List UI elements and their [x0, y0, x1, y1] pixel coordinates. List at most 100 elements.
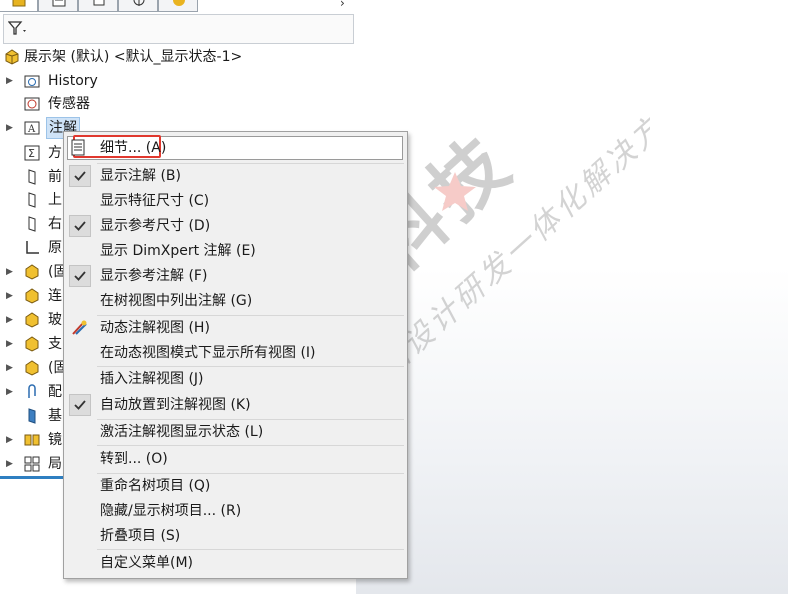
origin-icon: [26, 241, 39, 254]
menu-item-label: 折叠项目 (S): [100, 528, 181, 544]
expand-arrow-icon[interactable]: ▶: [6, 357, 16, 379]
tree-item-label: 原: [48, 240, 62, 256]
menu-item-label: 动态注解视图 (H): [100, 320, 210, 336]
menu-item-go-to[interactable]: 转到... (O): [64, 447, 407, 471]
checkmark-icon: [74, 171, 86, 181]
tree-item-label: 上: [48, 192, 62, 208]
menu-item-customize-menu[interactable]: 自定义菜单(M): [64, 551, 407, 575]
menu-separator: [97, 549, 404, 550]
panel-tabs: ›: [0, 0, 356, 12]
expand-arrow-icon[interactable]: ▶: [6, 333, 16, 355]
tree-item-label: 局: [48, 456, 62, 472]
part-icon: [25, 360, 39, 376]
expand-arrow-icon[interactable]: ▶: [6, 381, 16, 403]
part-icon: [25, 264, 39, 280]
menu-item-show-reference-dims[interactable]: 显示参考尺寸 (D): [64, 214, 407, 238]
expand-arrow-icon[interactable]: ▶: [6, 285, 16, 307]
menu-item-show-reference-annotations[interactable]: 显示参考注解 (F): [64, 264, 407, 288]
menu-item-label: 显示 DimXpert 注解 (E): [100, 243, 256, 259]
menu-item-auto-place[interactable]: 自动放置到注解视图 (K): [64, 393, 407, 417]
context-menu: 细节... (A) 显示注解 (B) 显示特征尺寸 (C) 显示参考尺寸 (D)…: [63, 131, 408, 579]
menu-item-list-in-tree[interactable]: 在树视图中列出注解 (G): [64, 289, 407, 313]
tree-item-label: 前: [48, 169, 62, 185]
sensor-icon: [24, 97, 40, 111]
base-plane-icon: [28, 408, 36, 424]
tree-item-label: 玻: [48, 312, 62, 328]
menu-item-label: 在树视图中列出注解 (G): [100, 293, 253, 309]
menu-item-label: 显示参考尺寸 (D): [100, 218, 211, 234]
tree-root-label: 展示架 (默认) <默认_显示状态-1>: [24, 49, 243, 65]
checkmark-box: [69, 265, 91, 287]
display-icon: [173, 0, 185, 6]
menu-item-collapse[interactable]: 折叠项目 (S): [64, 524, 407, 548]
tab-dimxpert[interactable]: [118, 0, 158, 12]
menu-item-hide-show-tree-items[interactable]: 隐藏/显示树项目... (R): [64, 499, 407, 523]
tree-filter-bar[interactable]: [3, 14, 354, 44]
checkmark-icon: [74, 400, 86, 410]
list-icon: [52, 0, 66, 7]
paperclip-icon: [28, 384, 36, 398]
menu-item-label: 插入注解视图 (J): [100, 371, 204, 387]
menu-separator: [97, 445, 404, 446]
checkmark-box: [69, 165, 91, 187]
panel-divider: [0, 476, 64, 479]
checkmark-icon: [74, 271, 86, 281]
plane-icon: [28, 192, 36, 208]
chevron-right-icon[interactable]: ›: [340, 0, 345, 10]
tab-feature-tree[interactable]: [0, 0, 38, 12]
tree-item-label: 镜: [48, 432, 62, 448]
tree-item-label: History: [48, 73, 98, 89]
tree-item-label: 基: [48, 408, 62, 424]
menu-item-label: 显示参考注解 (F): [100, 268, 208, 284]
menu-item-label: 显示特征尺寸 (C): [100, 193, 210, 209]
expand-arrow-icon[interactable]: ▶: [6, 429, 16, 451]
tree-item-label: 传感器: [48, 96, 90, 112]
checkmark-box: [69, 394, 91, 416]
svg-text:Σ: Σ: [28, 147, 35, 160]
expand-arrow-icon[interactable]: ▶: [6, 453, 16, 475]
expand-arrow-icon[interactable]: ▶: [6, 70, 16, 92]
tree-item-label: 右: [48, 216, 62, 232]
tree-item-label: 连: [48, 288, 62, 304]
menu-item-rename[interactable]: 重命名树项目 (Q): [64, 474, 407, 498]
menu-item-label: 细节... (A): [100, 140, 167, 156]
menu-item-show-all-views[interactable]: 在动态视图模式下显示所有视图 (I): [64, 341, 407, 365]
menu-item-show-dimxpert[interactable]: 显示 DimXpert 注解 (E): [64, 239, 407, 263]
tab-property-manager[interactable]: [38, 0, 78, 12]
annotation-icon: A: [24, 121, 40, 135]
crosshair-icon: [133, 0, 145, 6]
svg-text:A: A: [27, 124, 36, 135]
menu-item-label: 显示注解 (B): [100, 168, 181, 184]
mirror-icon: [24, 434, 40, 446]
menu-item-show-annotations[interactable]: 显示注解 (B): [64, 164, 407, 188]
sigma-icon: Σ: [24, 145, 40, 161]
menu-item-dynamic-annotation-view[interactable]: 动态注解视图 (H): [64, 316, 407, 340]
menu-item-label: 转到... (O): [100, 451, 168, 467]
expand-arrow-icon[interactable]: ▶: [6, 261, 16, 283]
menu-item-label: 重命名树项目 (Q): [100, 478, 211, 494]
filter-icon[interactable]: [8, 21, 28, 37]
tree-item-label: 支: [48, 336, 62, 352]
menu-item-show-feature-dims[interactable]: 显示特征尺寸 (C): [64, 189, 407, 213]
part-icon: [25, 336, 39, 352]
tree-item-label: 方: [48, 145, 62, 161]
menu-item-details[interactable]: 细节... (A): [64, 136, 407, 160]
menu-item-activate-display-state[interactable]: 激活注解视图显示状态 (L): [64, 420, 407, 444]
config-icon: [93, 0, 105, 6]
part-icon: [25, 288, 39, 304]
menu-item-insert-annotation-view[interactable]: 插入注解视图 (J): [64, 367, 407, 391]
tab-configuration-manager[interactable]: [78, 0, 118, 12]
menu-item-label: 隐藏/显示树项目... (R): [100, 503, 242, 519]
graphics-viewport[interactable]: [355, 0, 788, 594]
tab-display-manager[interactable]: [158, 0, 198, 12]
history-folder-icon: [24, 75, 40, 88]
expand-arrow-icon[interactable]: ▶: [6, 309, 16, 331]
menu-item-label: 自定义菜单(M): [100, 555, 194, 571]
checkmark-icon: [74, 221, 86, 231]
checkmark-box: [69, 215, 91, 237]
tree-item-label: 配: [48, 384, 62, 400]
expand-arrow-icon[interactable]: ▶: [6, 117, 16, 139]
cube-icon: [12, 0, 26, 7]
pattern-icon: [24, 456, 40, 472]
menu-item-label: 自动放置到注解视图 (K): [100, 397, 251, 413]
